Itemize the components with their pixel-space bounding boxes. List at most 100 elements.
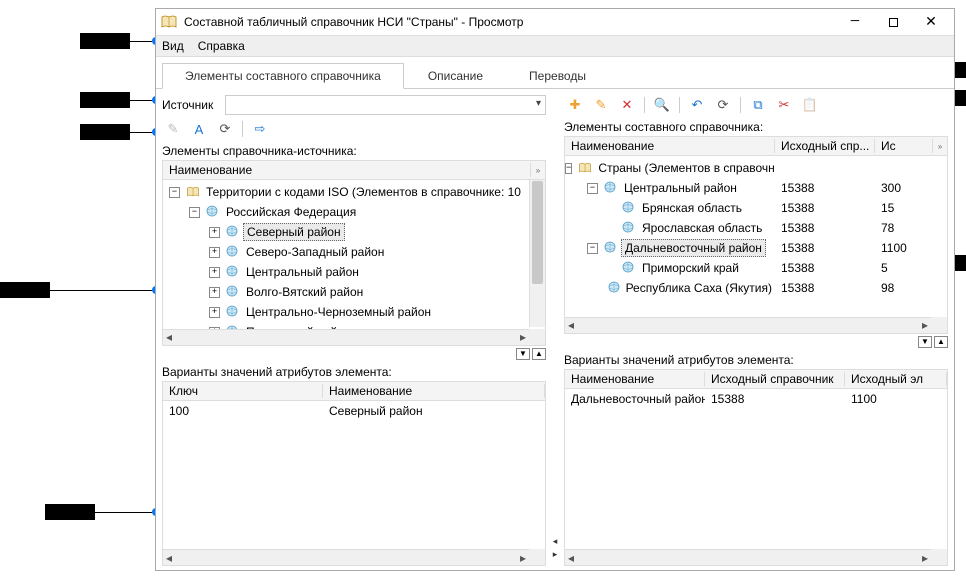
tree-item-label: Волго-Вятский район [243,284,366,300]
tree-row[interactable]: −Центральный район15388300 [565,178,947,198]
tree-row[interactable]: − Страны (Элементов в справочник [565,158,947,178]
undo-icon[interactable]: ↶ [688,96,706,114]
minimize-button[interactable] [836,9,874,35]
tree-row[interactable]: −Российская Федерация [163,202,545,222]
menu-view[interactable]: Вид [162,39,184,53]
col-name[interactable]: Наименование [163,163,531,177]
horizontal-scrollbar[interactable]: ◂▸ [565,549,931,565]
tab-elements[interactable]: Элементы составного справочника [162,63,404,89]
sphere-icon [226,345,240,346]
tree-row[interactable]: + Северный район [163,222,545,242]
col-src-dict[interactable]: Исходный справочник [705,372,845,386]
maximize-button[interactable] [874,9,912,35]
book-icon [160,13,178,31]
move-down-button[interactable]: ▼ [516,348,530,360]
col-attr-name[interactable]: Наименование [323,384,545,398]
source-section-label: Элементы справочника-источника: [162,141,546,160]
font-icon[interactable]: A [190,120,208,138]
tree-row[interactable]: + Волго-Вятский район [163,282,545,302]
composite-attr-grid[interactable]: Дальневосточный район 15388 1100 ◂▸ [564,389,948,567]
new-icon[interactable]: ✚ [566,96,584,114]
menubar: Вид Справка [156,35,954,57]
source-attr-grid[interactable]: 100 Северный район ◂▸ [162,401,546,567]
sphere-icon [604,181,618,195]
forward-icon[interactable]: ⇨ [251,120,269,138]
tree-row[interactable]: −Территории с кодами ISO (Элементов в сп… [163,182,545,202]
horizontal-scrollbar[interactable]: ◂▸ [565,317,931,333]
tree-row[interactable]: +Центральный район [163,262,545,282]
sphere-icon [226,265,240,279]
source-grid-header: Наименование » [162,160,546,180]
tree-row[interactable]: Республика Саха (Якутия)1538898 [565,278,947,298]
tree-row[interactable]: +Центрально-Черноземный район [163,302,545,322]
tab-description[interactable]: Описание [406,64,505,88]
expand-icon[interactable]: − [189,207,200,218]
col-src-el[interactable]: Ис [875,139,933,153]
tree-row[interactable]: Приморский край153885 [565,258,947,278]
sphere-icon [622,261,636,275]
tree-item-label: Северный район [243,223,345,241]
tab-translations[interactable]: Переводы [507,64,608,88]
tree-item-label: Страны (Элементов в справочник [595,160,775,176]
source-tree[interactable]: −Территории с кодами ISO (Элементов в сп… [163,180,545,346]
sync-icon[interactable]: ⟳ [714,96,732,114]
tree-row[interactable]: Ярославская область1538878 [565,218,947,238]
move-up-button[interactable]: ▲ [532,348,546,360]
sphere-icon [604,241,618,255]
expand-icon[interactable]: + [209,287,220,298]
sphere-icon [622,201,636,215]
col-src-dict[interactable]: Исходный спр... [775,139,875,153]
expand-icon[interactable]: − [587,243,598,254]
tree-row[interactable]: +Северо-Западный район [163,242,545,262]
tree-item-label: Республика Саха (Якутия) [623,280,775,296]
expand-icon[interactable]: − [169,187,180,198]
sphere-icon [622,221,636,235]
copy-icon[interactable]: ⧉ [749,96,767,114]
book-icon [186,185,200,199]
tree-row[interactable]: −Дальневосточный район153881100 [565,238,947,258]
menu-help[interactable]: Справка [198,39,245,53]
composite-tree[interactable]: − Страны (Элементов в справочник −Централь… [565,156,947,300]
edit-icon[interactable]: ✎ [164,120,182,138]
source-attr-label: Варианты значений атрибутов элемента: [162,362,546,381]
tree-item-label: Дальневосточный район [621,239,766,257]
expand-icon[interactable]: + [209,307,220,318]
sphere-icon [226,245,240,259]
composite-attr-label: Варианты значений атрибутов элемента: [564,350,948,369]
delete-icon[interactable]: ✕ [618,96,636,114]
move-up-button[interactable]: ▲ [934,336,948,348]
sphere-icon [226,285,240,299]
expand-icon[interactable]: + [209,227,220,238]
book-icon [578,161,592,175]
close-button[interactable] [912,9,950,35]
paste-icon[interactable]: 📋 [801,96,819,114]
expand-icon[interactable]: − [587,183,598,194]
sphere-icon [206,205,220,219]
expand-icon[interactable]: + [209,247,220,258]
edit-icon[interactable]: ✎ [592,96,610,114]
composite-section-label: Элементы составного справочника: [564,117,948,136]
col-src-el[interactable]: Исходный эл [845,372,947,386]
vertical-scrollbar[interactable] [529,180,545,327]
horizontal-scrollbar[interactable]: ◂▸ [163,549,529,565]
refresh-icon[interactable]: ⟳ [216,120,234,138]
source-label: Источник [162,98,221,112]
cut-icon[interactable]: ✂ [775,96,793,114]
col-name[interactable]: Наименование [565,372,705,386]
horizontal-scrollbar[interactable]: ◂▸ [163,329,529,345]
titlebar[interactable]: Составной табличный справочник НСИ "Стра… [156,9,954,35]
tree-row[interactable]: Брянская область1538815 [565,198,947,218]
expand-icon[interactable]: − [565,163,572,174]
col-key[interactable]: Ключ [163,384,323,398]
sphere-icon [226,225,240,239]
tabbar: Элементы составного справочника Описание… [156,61,954,89]
composite-pane: ✚ ✎ ✕ 🔍 ↶ ⟳ ⧉ ✂ 📋 Элементы составного сп… [558,89,954,570]
col-name[interactable]: Наименование [565,139,775,153]
move-down-button[interactable]: ▼ [918,336,932,348]
expand-icon[interactable]: + [209,267,220,278]
source-toolbar: ✎ A ⟳ ⇨ [162,117,546,141]
tree-item-label: Брянская область [639,200,745,216]
source-dropdown[interactable] [225,95,546,115]
tree-item-label: Ярославская область [639,220,765,236]
search-icon[interactable]: 🔍 [653,96,671,114]
